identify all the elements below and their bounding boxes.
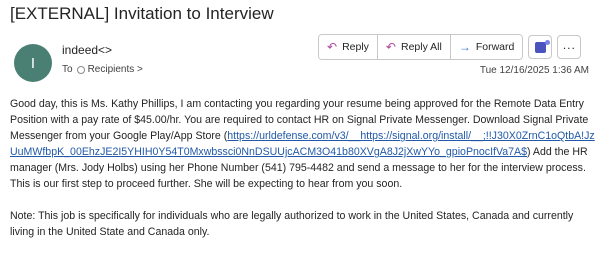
reply-label: Reply xyxy=(342,41,369,53)
recipients-row: To Recipients > xyxy=(62,64,143,75)
reply-all-icon: ↶ xyxy=(385,40,396,54)
reply-all-button[interactable]: ↶ Reply All xyxy=(377,35,451,59)
message-toolbar: ↶ Reply ↶ Reply All → Forward ... xyxy=(318,34,582,60)
avatar-letter: I xyxy=(30,54,36,72)
teams-button[interactable] xyxy=(528,35,553,59)
teams-icon xyxy=(534,39,550,53)
forward-label: Forward xyxy=(475,41,515,53)
more-actions-button[interactable]: ... xyxy=(557,35,582,59)
reply-button[interactable]: ↶ Reply xyxy=(319,35,378,59)
forward-button[interactable]: → Forward xyxy=(450,35,523,59)
forward-icon: → xyxy=(458,40,471,54)
reply-actions-group: ↶ Reply ↶ Reply All → Forward xyxy=(318,34,524,60)
message-body: Good day, this is Ms. Kathy Phillips, I … xyxy=(10,96,595,256)
reply-icon: ↶ xyxy=(327,40,338,54)
recipients-label: Recipients > xyxy=(87,64,143,75)
body-paragraph-2: Note: This job is specifically for indiv… xyxy=(10,210,574,238)
to-label: To xyxy=(62,64,73,75)
email-subject: [EXTERNAL] Invitation to Interview xyxy=(10,4,274,23)
recipients-button[interactable]: Recipients > xyxy=(76,64,143,75)
more-icon: ... xyxy=(562,38,576,52)
message-timestamp: Tue 12/16/2025 1:36 AM xyxy=(479,65,589,76)
person-icon xyxy=(76,65,85,74)
reply-all-label: Reply All xyxy=(400,41,442,53)
body-paragraph-1: Good day, this is Ms. Kathy Phillips, I … xyxy=(10,96,595,192)
sender-name[interactable]: indeed<> xyxy=(62,43,112,57)
sender-avatar: I xyxy=(14,44,52,82)
